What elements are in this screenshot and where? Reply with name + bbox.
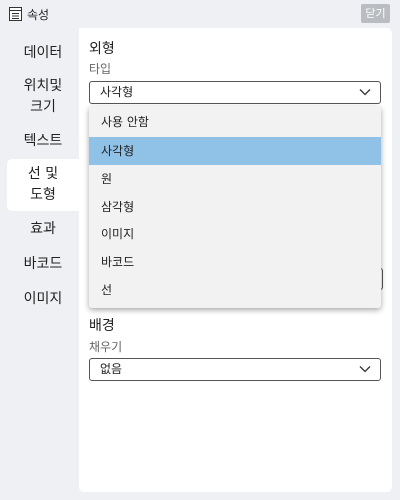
- type-select[interactable]: 사각형: [89, 81, 381, 104]
- dropdown-option-none[interactable]: 사용 안함: [89, 108, 381, 136]
- dropdown-option-image[interactable]: 이미지: [89, 220, 381, 248]
- fill-select[interactable]: 없음: [89, 358, 381, 381]
- type-label: 타입: [89, 62, 112, 76]
- type-dropdown-list: 사용 안함 사각형 원 삼각형 이미지 바코드 선: [89, 106, 381, 308]
- sidebar: 데이터 위치및 크기 텍스트 선 및 도형 효과 바코드 이미지: [0, 28, 79, 500]
- chevron-down-icon: [359, 89, 371, 96]
- sidebar-item-text[interactable]: 텍스트: [7, 127, 79, 155]
- sidebar-item-label: 도형: [30, 187, 56, 203]
- dropdown-option-barcode[interactable]: 바코드: [89, 248, 381, 276]
- title-bar: 속성 닫기: [0, 0, 400, 28]
- dropdown-option-triangle[interactable]: 삼각형: [89, 193, 381, 221]
- fill-select-value: 없음: [100, 362, 123, 376]
- close-button[interactable]: 닫기: [361, 4, 390, 23]
- sidebar-item-line-shape[interactable]: 선 및 도형: [7, 159, 79, 211]
- sidebar-item-image[interactable]: 이미지: [7, 285, 79, 313]
- sidebar-item-label: 선 및: [27, 166, 59, 182]
- dropdown-option-circle[interactable]: 원: [89, 165, 381, 193]
- background-heading: 배경: [89, 318, 115, 334]
- fill-label: 채우기: [89, 340, 123, 354]
- sidebar-item-label: 크기: [30, 99, 56, 115]
- sidebar-item-label: 효과: [30, 220, 56, 237]
- sidebar-item-label: 데이터: [23, 44, 63, 61]
- sidebar-item-label: 텍스트: [23, 132, 63, 149]
- sidebar-item-label: 바코드: [23, 255, 63, 272]
- type-select-value: 사각형: [100, 85, 134, 99]
- appearance-heading: 외형: [89, 41, 115, 57]
- sidebar-item-barcode[interactable]: 바코드: [7, 250, 79, 278]
- dropdown-option-rectangle[interactable]: 사각형: [89, 137, 381, 165]
- dropdown-option-line[interactable]: 선: [89, 276, 381, 304]
- sidebar-item-effects[interactable]: 효과: [7, 215, 79, 243]
- sidebar-item-position-size[interactable]: 위치및 크기: [7, 76, 79, 118]
- sidebar-item-data[interactable]: 데이터: [7, 39, 79, 67]
- sidebar-item-label: 이미지: [23, 290, 63, 307]
- window-title: 속성: [27, 8, 50, 22]
- properties-window-icon: [9, 7, 22, 21]
- sidebar-item-label: 위치및: [23, 78, 63, 94]
- chevron-down-icon: [359, 366, 371, 373]
